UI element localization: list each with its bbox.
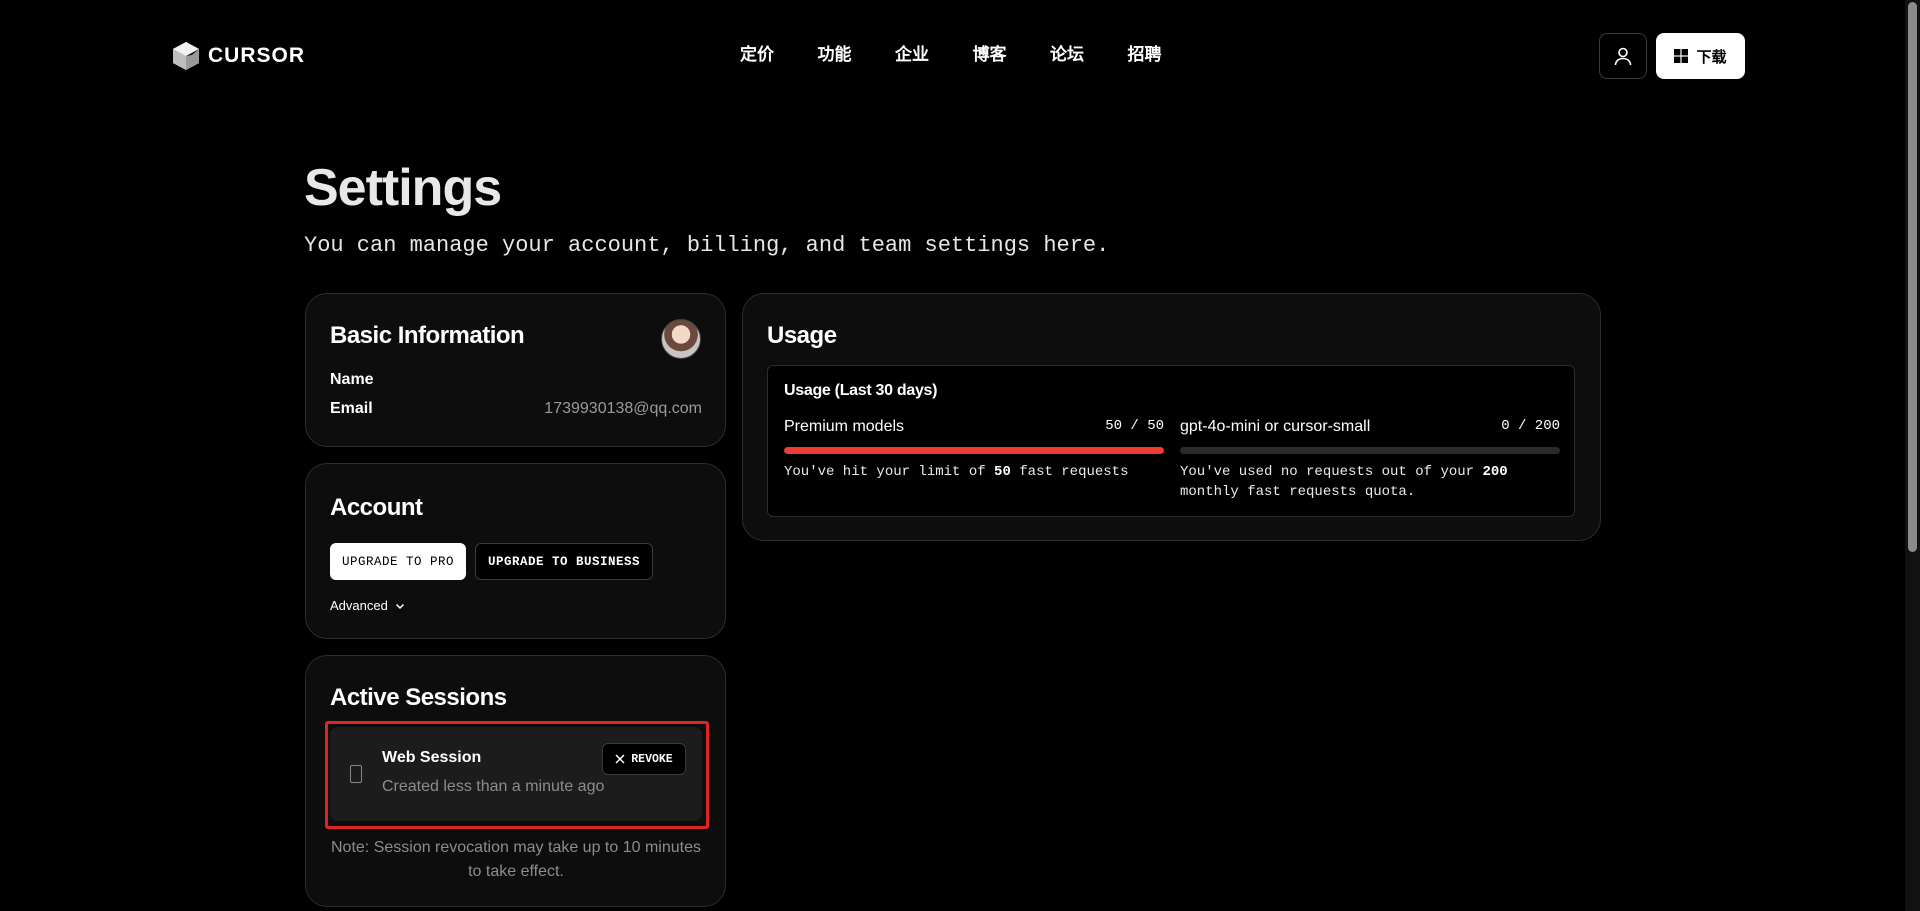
premium-desc-number: 50 bbox=[994, 464, 1011, 480]
premium-progress-track bbox=[784, 447, 1164, 454]
basic-information-title: Basic Information bbox=[330, 322, 525, 349]
windows-icon bbox=[1674, 49, 1689, 63]
logo[interactable]: CURSOR bbox=[172, 40, 305, 72]
premium-models-count: 50 / 50 bbox=[1105, 418, 1164, 434]
usage-title: Usage bbox=[767, 322, 837, 349]
upgrade-to-pro-button[interactable]: UPGRADE TO PRO bbox=[330, 543, 467, 580]
usage-panel: Usage (Last 30 days) Premium models 50 /… bbox=[767, 365, 1575, 517]
nav-enterprise[interactable]: 企业 bbox=[895, 42, 973, 68]
top-nav: CURSOR 定价 功能 企业 博客 论坛 招聘 下载 bbox=[0, 0, 1905, 112]
small-models-label: gpt-4o-mini or cursor-small bbox=[1180, 418, 1371, 435]
avatar[interactable] bbox=[661, 319, 701, 359]
page-title: Settings bbox=[304, 159, 502, 217]
account-title: Account bbox=[330, 494, 423, 521]
small-models-usage: gpt-4o-mini or cursor-small 0 / 200 You'… bbox=[1180, 418, 1560, 502]
premium-models-label: Premium models bbox=[784, 418, 905, 435]
active-sessions-title: Active Sessions bbox=[330, 684, 507, 711]
advanced-label: Advanced bbox=[330, 598, 388, 613]
user-icon bbox=[1614, 47, 1632, 66]
upgrade-to-business-button[interactable]: UPGRADE TO BUSINESS bbox=[475, 543, 654, 580]
upgrade-buttons: UPGRADE TO PRO UPGRADE TO BUSINESS bbox=[330, 543, 654, 580]
premium-usage-description: You've hit your limit of 50 fast request… bbox=[784, 462, 1164, 482]
download-label: 下载 bbox=[1696, 48, 1727, 66]
nav-blog[interactable]: 博客 bbox=[973, 42, 1051, 68]
scrollbar-thumb[interactable] bbox=[1908, 2, 1917, 552]
chevron-down-icon bbox=[395, 603, 404, 609]
nav-features[interactable]: 功能 bbox=[818, 42, 896, 68]
small-desc-prefix: You've used no requests out of your bbox=[1180, 464, 1483, 480]
nav-pricing[interactable]: 定价 bbox=[740, 42, 818, 68]
advanced-toggle[interactable]: Advanced bbox=[330, 598, 406, 613]
basic-information-card: Basic Information Name Email 1739930138@… bbox=[305, 293, 726, 447]
name-label: Name bbox=[330, 371, 374, 388]
session-highlight-outline bbox=[325, 721, 709, 829]
page: CURSOR 定价 功能 企业 博客 论坛 招聘 下载 Settings You… bbox=[0, 0, 1920, 911]
cursor-logo-icon bbox=[173, 42, 199, 70]
user-account-button[interactable] bbox=[1599, 33, 1647, 79]
page-subtitle: You can manage your account, billing, an… bbox=[304, 233, 1110, 258]
email-value: 1739930138@qq.com bbox=[544, 400, 702, 417]
small-models-count: 0 / 200 bbox=[1501, 418, 1560, 434]
premium-models-usage: Premium models 50 / 50 You've hit your l… bbox=[784, 418, 1164, 482]
page-scrollbar[interactable] bbox=[1905, 0, 1920, 911]
main-nav: 定价 功能 企业 博客 论坛 招聘 bbox=[740, 42, 1205, 68]
account-card: Account UPGRADE TO PRO UPGRADE TO BUSINE… bbox=[305, 463, 726, 639]
small-desc-number: 200 bbox=[1482, 464, 1508, 480]
session-revocation-note: Note: Session revocation may take up to … bbox=[331, 839, 701, 880]
logo-text: CURSOR bbox=[208, 44, 306, 67]
email-row: Email 1739930138@qq.com bbox=[330, 400, 702, 418]
nav-careers[interactable]: 招聘 bbox=[1128, 42, 1206, 68]
usage-card: Usage Usage (Last 30 days) Premium model… bbox=[742, 293, 1601, 541]
usage-heading: Usage (Last 30 days) bbox=[784, 382, 938, 399]
nav-forum[interactable]: 论坛 bbox=[1050, 42, 1128, 68]
active-sessions-card: Active Sessions Web Session Created less… bbox=[305, 655, 726, 907]
premium-progress-fill bbox=[784, 447, 1164, 454]
small-desc-suffix: monthly fast requests quota. bbox=[1180, 484, 1416, 500]
premium-desc-suffix: fast requests bbox=[1010, 464, 1129, 480]
small-progress-track bbox=[1180, 447, 1560, 454]
download-button[interactable]: 下载 bbox=[1656, 33, 1745, 79]
premium-desc-prefix: You've hit your limit of bbox=[784, 464, 995, 480]
name-row: Name bbox=[330, 371, 702, 389]
email-label: Email bbox=[330, 400, 373, 417]
small-usage-description: You've used no requests out of your 200 … bbox=[1180, 462, 1560, 502]
